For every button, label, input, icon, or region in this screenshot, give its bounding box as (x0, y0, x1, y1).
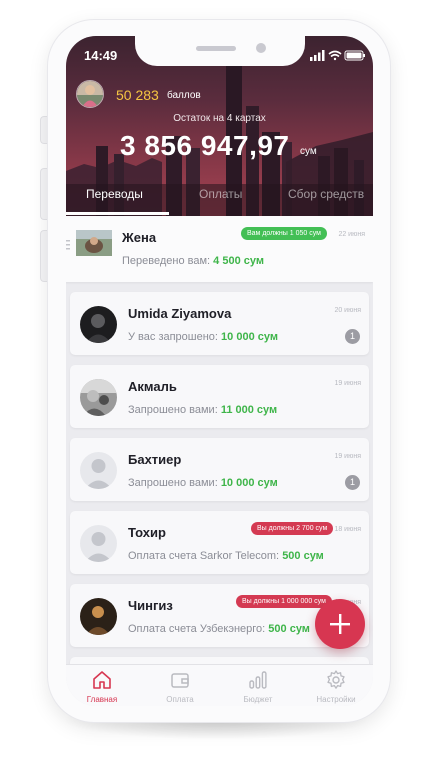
list-item[interactable]: Тохир Вы должны 2 700 сум 18 июня Оплата… (70, 511, 369, 574)
list-item[interactable] (70, 657, 369, 664)
status-time: 14:49 (84, 48, 118, 63)
bonus-points[interactable]: 50 283 (116, 87, 159, 103)
bottom-navigation: Главная Оплата Бюджет Настройки (66, 664, 373, 706)
list-item[interactable]: Umida Ziyamova 20 июня 1 У вас запрошено… (70, 292, 369, 355)
transaction-description: Запрошено вами: 11 000 сум (128, 404, 278, 416)
transfers-list: Жена Вам должны 1 050 сум 22 июня Переве… (66, 216, 373, 664)
wallet-icon (171, 673, 189, 688)
tab-fundraising[interactable]: Сбор средств (288, 187, 364, 201)
transaction-description: Оплата счета Узбекэнерго: 500 сум (128, 623, 310, 635)
bar-chart-icon (249, 671, 267, 689)
transaction-description: У вас запрошено: 10 000 сум (128, 331, 278, 343)
avatar (80, 452, 117, 489)
transaction-date: 18 июня (334, 526, 361, 533)
nav-home[interactable]: Главная (72, 669, 132, 705)
nav-settings[interactable]: Настройки (306, 669, 366, 705)
transaction-amount: 500 сум (282, 550, 324, 562)
balance-caption: Остаток на 4 картах (173, 113, 266, 124)
account-header: 14:49 50 283 баллов Остаток на 4 картах … (66, 36, 373, 216)
device-notch (135, 36, 305, 66)
nav-payment[interactable]: Оплата (150, 669, 210, 705)
transaction-amount: 11 000 сум (220, 404, 278, 416)
transaction-date: 20 июня (334, 307, 361, 314)
nav-label: Оплата (166, 695, 194, 704)
debt-badge: Вы должны 2 700 сум (251, 522, 334, 535)
avatar (76, 230, 112, 256)
transaction-amount: 500 сум (268, 623, 310, 635)
transaction-date: 19 июня (334, 453, 361, 460)
avatar (80, 598, 117, 635)
drag-handle-icon[interactable] (66, 236, 72, 256)
list-item[interactable]: Акмаль 19 июня Запрошено вами: 11 000 су… (70, 365, 369, 428)
transaction-date: 22 июня (338, 231, 365, 238)
avatar (80, 306, 117, 343)
tab-payments[interactable]: Оплаты (199, 187, 242, 201)
section-tabs: Переводы Оплаты Сбор средств (66, 181, 373, 216)
contact-name: Бахтиер (128, 452, 182, 467)
transaction-description: Оплата счета Sarkor Telecom: 500 сум (128, 550, 324, 562)
add-transfer-button[interactable] (315, 599, 365, 649)
active-tab-indicator (66, 212, 169, 215)
debt-badge: Вам должны 1 050 сум (241, 227, 327, 240)
tab-transfers[interactable]: Переводы (86, 187, 143, 201)
list-item[interactable]: Бахтиер 19 июня 1 Запрошено вами: 10 000… (70, 438, 369, 501)
transaction-amount: 4 500 сум (213, 255, 264, 267)
contact-name: Тохир (128, 525, 166, 540)
avatar (80, 525, 117, 562)
plus-icon (330, 614, 350, 634)
nav-label: Настройки (316, 695, 356, 704)
speaker-grille (196, 46, 236, 51)
contact-name: Чингиз (128, 598, 173, 613)
contact-name: Umida Ziyamova (128, 306, 232, 321)
battery-icon (344, 50, 365, 61)
profile-avatar[interactable] (76, 80, 104, 108)
transaction-description: Переведено вам: 4 500 сум (122, 255, 264, 267)
contact-name: Акмаль (128, 379, 177, 394)
nav-label: Бюджет (243, 695, 273, 704)
status-bar-icons (310, 50, 365, 61)
balance-currency: сум (300, 146, 317, 157)
transaction-description: Запрошено вами: 10 000 сум (128, 477, 278, 489)
contact-name: Жена (122, 230, 157, 245)
home-icon (93, 671, 111, 689)
wifi-icon (328, 50, 342, 61)
total-balance: 3 856 947,97 (120, 130, 290, 161)
transaction-date: 19 июня (334, 380, 361, 387)
transaction-amount: 10 000 сум (221, 331, 278, 343)
gear-icon (327, 670, 345, 689)
transaction-amount: 10 000 сум (220, 477, 278, 489)
bonus-points-label: баллов (167, 90, 201, 101)
nav-budget[interactable]: Бюджет (228, 669, 288, 705)
front-camera (256, 43, 266, 53)
app-screen: 14:49 50 283 баллов Остаток на 4 картах … (66, 36, 373, 706)
pending-count-badge: 1 (345, 475, 360, 490)
pending-count-badge: 1 (345, 329, 360, 344)
list-item[interactable]: Жена Вам должны 1 050 сум 22 июня Переве… (66, 216, 373, 282)
signal-icon (310, 50, 325, 61)
avatar (80, 379, 117, 416)
nav-label: Главная (86, 695, 118, 704)
